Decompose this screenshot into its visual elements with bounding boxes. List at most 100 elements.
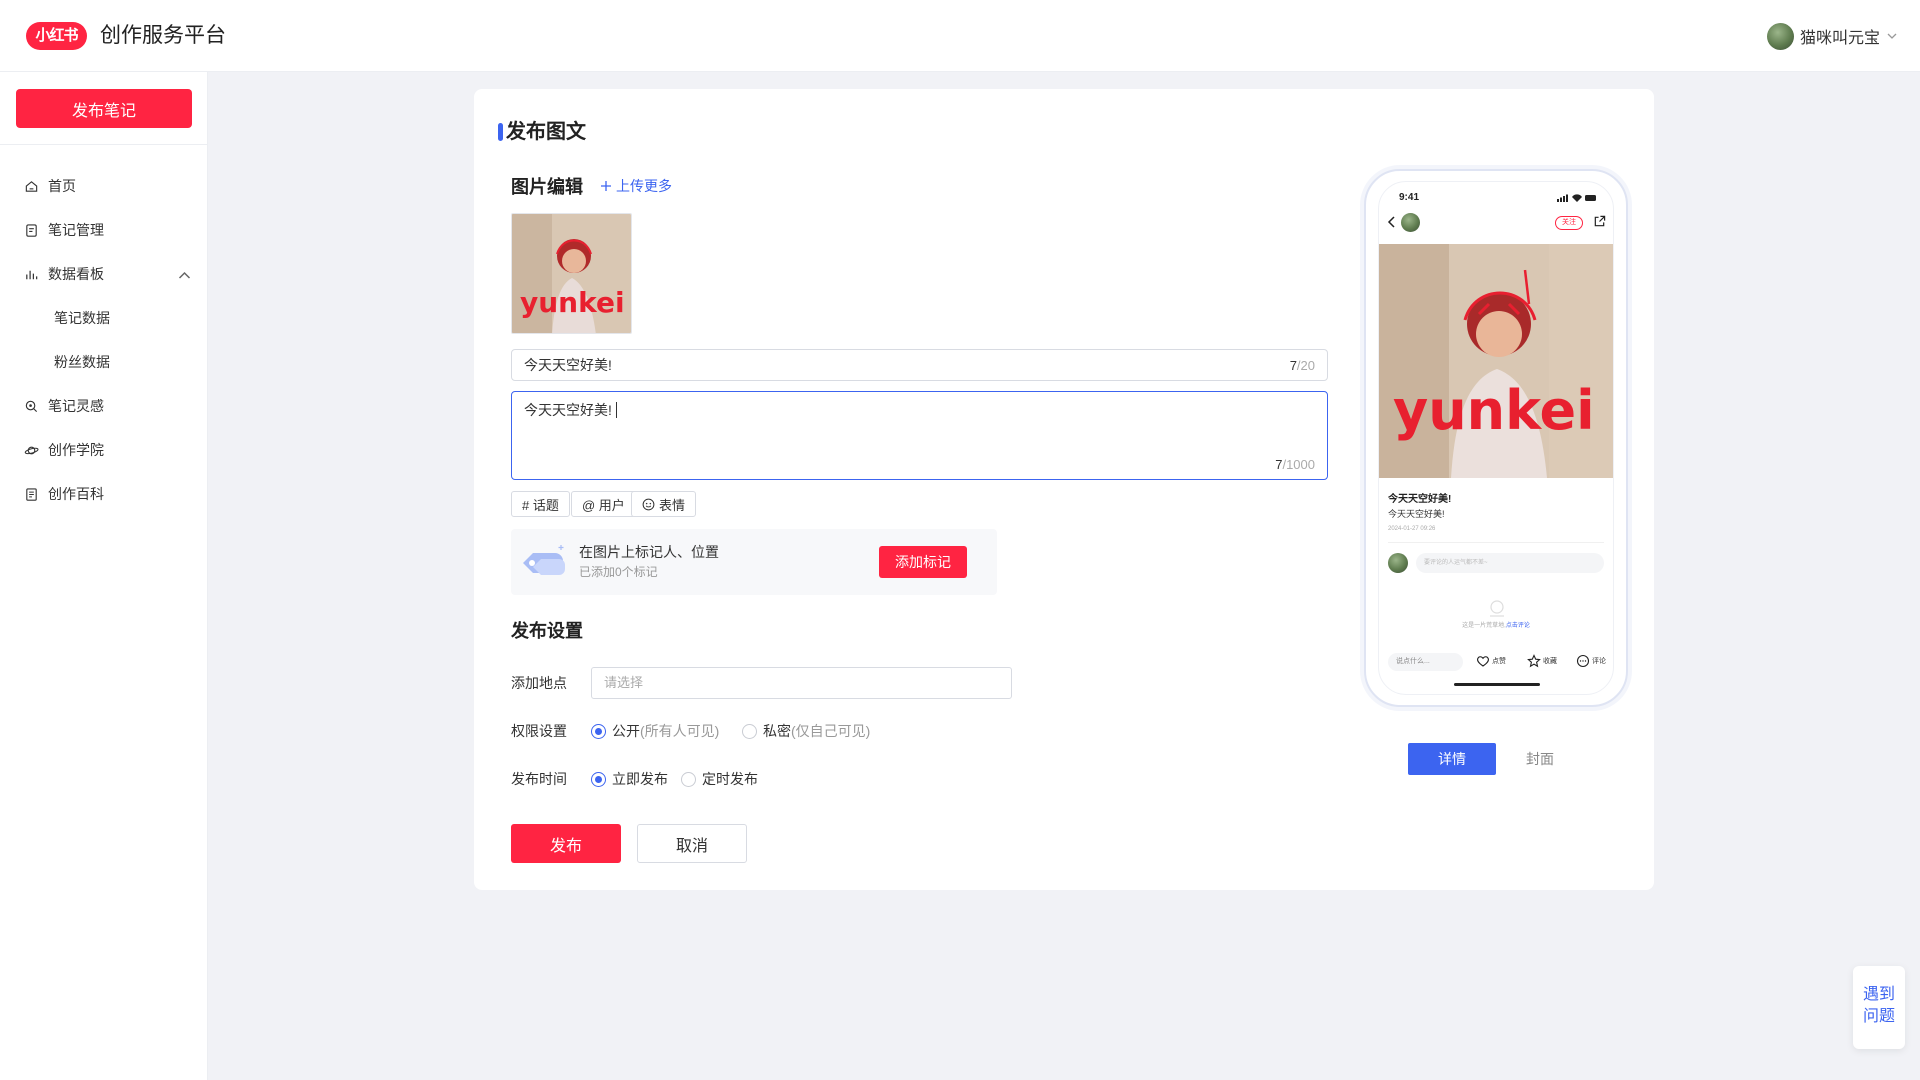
chevron-up-icon[interactable] [177,268,192,283]
help-button[interactable]: 遇到 问题 [1853,966,1905,1049]
cancel-button[interactable]: 取消 [637,824,747,863]
preview-collect[interactable]: 收藏 [1527,654,1557,668]
body-counter: 7/1000 [1275,457,1315,473]
publish-note-button[interactable]: 发布笔记 [16,89,192,128]
follow-button[interactable]: 关注 [1555,216,1583,230]
preview-comment-input[interactable]: 要评论的人运气都不差~ [1416,553,1604,573]
chevron-down-icon [1887,33,1897,39]
share-icon[interactable] [1593,215,1606,228]
planet-icon [24,446,39,454]
home-icon [25,180,38,192]
phone-status-icons [1557,194,1596,202]
preview-tab-detail[interactable]: 详情 [1408,743,1496,775]
body-textarea-value: 今天天空好美! [524,402,612,418]
title-max: /20 [1296,358,1315,373]
publish-now-label: 立即发布 [612,771,668,787]
sidebar-item-home[interactable]: 首页 [24,174,192,198]
permission-private-radio[interactable]: 私密 (仅自己可见) [742,721,870,741]
topic-button-label: # 话题 [522,497,559,513]
preview-date: 2024-01-27 09:26 [1388,526,1436,532]
title-input[interactable]: 今天天空好美! 7/20 [511,349,1328,381]
permission-private-hint: (仅自己可见) [791,723,871,739]
avatar [1766,22,1794,50]
plus-icon [601,181,611,191]
image-thumbnail[interactable]: yunkei [511,213,632,334]
emoji-button[interactable]: 表情 [631,491,697,517]
sidebar-item-label: 创作百科 [48,486,104,502]
radio-unchecked-icon [742,723,757,739]
preview-comment[interactable]: 评论 [1576,654,1606,668]
publish-scheduled-label: 定时发布 [702,771,758,787]
preview-say-something[interactable]: 说点什么... [1388,653,1463,671]
title-accent-bar [498,123,503,141]
preview-like[interactable]: 点赞 [1476,654,1506,668]
body-textarea[interactable]: 今天天空好美! 7/1000 [511,391,1328,480]
location-select[interactable]: 请选择 [591,667,1012,699]
page-title: 发布图文 [506,121,586,143]
upload-more-label: 上传更多 [616,178,672,194]
comment-icon [1576,654,1590,668]
add-tag-button[interactable]: 添加标记 [879,546,967,578]
image-tag-panel: 在图片上标记人、位置 已添加0个标记 添加标记 [511,529,997,595]
title-count: 7 [1289,358,1297,373]
image-edit-title: 图片编辑 [511,177,583,197]
publish-card: 发布图文 图片编辑 上传更多 yunkei 今天天空好美! 7/20 今天天空好… [474,89,1654,890]
xiaohongshu-logo[interactable]: 小红书 [26,22,87,50]
user-menu[interactable]: 猫咪叫元宝 [1766,22,1898,50]
collect-label: 收藏 [1543,658,1557,665]
mention-user-button[interactable]: @ 用户 [571,491,636,517]
avatar [1388,553,1408,573]
emoji-icon [642,498,655,510]
sidebar-item-inspiration[interactable]: 笔记灵感 [24,394,192,418]
preview-photo-image: yunkei [1379,244,1613,478]
topic-button[interactable]: # 话题 [511,491,570,517]
sidebar: 发布笔记 首页 笔记管理 数据看板 笔记数据 粉丝数据 笔记灵感 创作学院 创作… [0,72,208,1080]
phone-home-indicator [1454,683,1540,686]
photo-thumbnail-image: yunkei [512,214,631,333]
title-input-value: 今天天空好美! [524,357,612,373]
sidebar-item-label: 首页 [48,178,76,194]
top-bar: 小红书 创作服务平台 猫咪叫元宝 [0,0,1920,72]
sidebar-subitem-fan-data[interactable]: 粉丝数据 [54,350,110,374]
publish-settings-title: 发布设置 [511,621,583,641]
phone-screen: 9:41 关注 yunkei 今天天空好美! 今天天空好美! 2024-01-2… [1378,181,1614,695]
preview-empty-comments: 这是一片荒草地,点击评论 [1379,620,1613,629]
inspiration-icon [25,400,38,412]
radio-unchecked-icon [681,771,696,787]
sidebar-subitem-note-data[interactable]: 笔记数据 [54,306,110,330]
sidebar-item-note-management[interactable]: 笔记管理 [24,218,192,242]
preview-divider [1388,542,1604,543]
permission-public-radio[interactable]: 公开 (所有人可见) [591,721,719,741]
star-icon [1527,654,1541,668]
publish-button[interactable]: 发布 [511,824,621,863]
radio-checked-icon [591,723,606,739]
preview-title: 今天天空好美! [1388,494,1452,505]
sidebar-item-data-board[interactable]: 数据看板 [24,262,192,286]
tag-panel-count: 已添加0个标记 [579,565,658,579]
preview-body: 今天天空好美! [1388,509,1445,519]
permission-public-label: 公开 [612,723,640,739]
preview-tab-cover[interactable]: 封面 [1496,743,1584,775]
heart-icon [1477,656,1489,667]
preview-photo: yunkei [1379,244,1613,478]
empty-comments-link[interactable]: 点击评论 [1506,623,1530,629]
sidebar-item-label: 数据看板 [48,266,104,282]
help-line-2: 问题 [1862,1008,1895,1025]
sidebar-item-academy[interactable]: 创作学院 [24,438,192,462]
body-max: /1000 [1282,457,1315,472]
permission-label: 权限设置 [511,723,567,739]
preview-scribble-text: yunkei [1393,379,1595,442]
sidebar-item-label: 笔记灵感 [48,398,104,414]
phone-preview: 9:41 关注 yunkei 今天天空好美! 今天天空好美! 2024-01-2… [1364,169,1628,707]
upload-more-link[interactable]: 上传更多 [600,176,672,196]
publish-scheduled-radio[interactable]: 定时发布 [681,769,758,789]
sidebar-item-label: 创作学院 [48,442,104,458]
publish-time-label: 发布时间 [511,771,567,787]
avatar [1401,213,1420,232]
sidebar-item-encyclopedia[interactable]: 创作百科 [24,482,192,506]
publish-now-radio[interactable]: 立即发布 [591,769,668,789]
back-arrow-icon[interactable] [1387,215,1397,229]
emoji-button-label: 表情 [659,497,686,513]
title-counter: 7/20 [1290,358,1315,374]
comment-label: 评论 [1592,658,1606,665]
